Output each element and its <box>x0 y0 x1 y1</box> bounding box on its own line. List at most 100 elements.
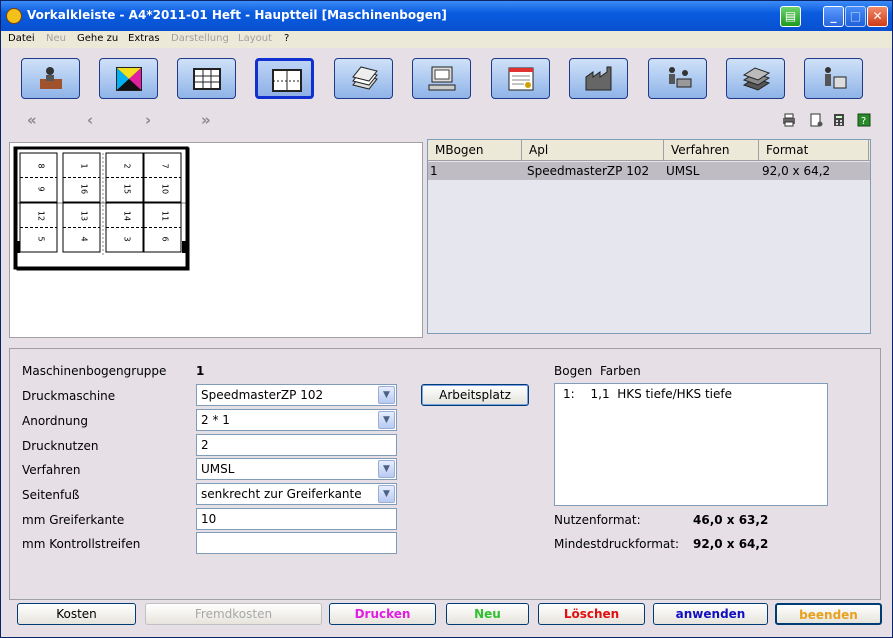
nav-next-button[interactable]: › <box>145 111 151 129</box>
page-number-label: 1 <box>80 163 89 168</box>
window-title: Vorkalkleiste - A4*2011-01 Heft - Hauptt… <box>27 8 447 22</box>
drucken-button[interactable]: Drucken <box>329 603 436 625</box>
page-number-label: 2 <box>123 163 132 168</box>
menu-bar: Datei Neu Gehe zu Extras Darstellung Lay… <box>1 31 892 48</box>
farben-item-text: 1,1 HKS tiefe/HKS tiefe <box>590 387 732 401</box>
title-bar[interactable]: Vorkalkleiste - A4*2011-01 Heft - Hauptt… <box>1 1 892 31</box>
anordnung-label: Anordnung <box>22 414 88 428</box>
page-number-label: 14 <box>123 211 132 221</box>
sheet-layout-icon <box>272 69 302 92</box>
table-row[interactable]: 1 SpeedmasterZP 102 UMSL 92,0 x 64,2 <box>428 162 870 180</box>
seitenfuss-value: senkrecht zur Greiferkante <box>201 487 362 501</box>
column-header-format[interactable]: Format <box>759 140 869 161</box>
menu-help[interactable]: ? <box>284 33 289 44</box>
calculator-icon[interactable] <box>832 113 846 127</box>
farben-list[interactable]: 1: 1,1 HKS tiefe/HKS tiefe <box>554 383 828 506</box>
toolbar-color-button[interactable] <box>99 58 158 99</box>
kosten-button[interactable]: Kosten <box>17 603 136 625</box>
delivery-worker-icon <box>825 67 847 89</box>
books-icon <box>742 67 771 91</box>
anordnung-value: 2 * 1 <box>201 413 230 427</box>
main-window: Vorkalkleiste - A4*2011-01 Heft - Hauptt… <box>0 0 893 638</box>
arbeitsplatz-button[interactable]: Arbeitsplatz <box>421 384 529 406</box>
cell-apl: SpeedmasterZP 102 <box>527 164 650 178</box>
sheet-table: MBogen Apl Verfahren Format 1 Speedmaste… <box>427 139 871 334</box>
toolbar-customer-button[interactable] <box>21 58 80 99</box>
computer-icon <box>428 66 456 91</box>
toolbar-grid-button[interactable] <box>177 58 236 99</box>
page-number-label: 7 <box>161 163 170 168</box>
cell-verfahren: UMSL <box>666 164 700 178</box>
nav-last-button[interactable]: » <box>201 111 211 129</box>
chevron-down-icon[interactable]: ▼ <box>378 485 395 503</box>
bogen-label: Bogen <box>554 364 593 378</box>
grid-icon <box>193 68 221 90</box>
cell-format: 92,0 x 64,2 <box>762 164 831 178</box>
menu-darstellung[interactable]: Darstellung <box>171 33 229 44</box>
toolbar-calculation-button[interactable] <box>491 58 550 99</box>
print-icon[interactable] <box>782 113 796 127</box>
cmyk-icon <box>116 67 142 91</box>
seitenfuss-select[interactable]: senkrecht zur Greiferkante ▼ <box>196 483 397 505</box>
help-icon[interactable]: ? <box>857 113 871 127</box>
toolbar-paper-stack-button[interactable] <box>334 58 393 99</box>
column-header-apl[interactable]: Apl <box>522 140 664 161</box>
toolbar-computer-button[interactable] <box>412 58 471 99</box>
list-item[interactable]: 1: 1,1 HKS tiefe/HKS tiefe <box>563 387 732 401</box>
druckmaschine-select[interactable]: SpeedmasterZP 102 ▼ <box>196 384 397 406</box>
column-header-mbogen[interactable]: MBogen <box>428 140 522 161</box>
minimize-button[interactable]: _ <box>823 6 844 27</box>
beenden-button[interactable]: beenden <box>775 603 882 625</box>
menu-datei[interactable]: Datei <box>8 33 35 44</box>
nav-first-button[interactable]: « <box>27 111 37 129</box>
chevron-down-icon[interactable]: ▼ <box>378 411 395 429</box>
printer-status-icon[interactable]: ▤ <box>780 6 801 27</box>
page-number-label: 12 <box>37 211 46 221</box>
menu-extras[interactable]: Extras <box>128 33 160 44</box>
drucknutzen-input[interactable]: 2 <box>196 434 397 456</box>
document-settings-icon[interactable] <box>809 113 823 127</box>
anwenden-button[interactable]: anwenden <box>653 603 768 625</box>
chevron-down-icon[interactable]: ▼ <box>378 460 395 478</box>
page-number-label: 9 <box>37 186 46 191</box>
menu-layout[interactable]: Layout <box>238 33 272 44</box>
navigation-row: « ‹ › » ? <box>1 109 892 133</box>
greiferkante-input[interactable]: 10 <box>196 508 397 530</box>
page-number-label: 13 <box>80 211 89 221</box>
kontrollstreifen-input[interactable] <box>196 532 397 554</box>
maximize-button[interactable]: □ <box>845 6 866 27</box>
close-button[interactable]: ✕ <box>867 6 888 27</box>
verfahren-select[interactable]: UMSL ▼ <box>196 458 397 480</box>
fremdkosten-button[interactable]: Fremdkosten <box>145 603 322 625</box>
greiferkante-label: mm Greiferkante <box>22 513 125 527</box>
menu-neu[interactable]: Neu <box>46 33 66 44</box>
toolbar-workers-button[interactable] <box>648 58 707 99</box>
column-header-verfahren[interactable]: Verfahren <box>664 140 759 161</box>
kontrollstreifen-label: mm Kontrollstreifen <box>22 537 141 551</box>
nav-prev-button[interactable]: ‹ <box>87 111 93 129</box>
verfahren-value: UMSL <box>201 462 235 476</box>
chevron-down-icon[interactable]: ▼ <box>378 386 395 404</box>
page-number-label: 4 <box>80 236 89 241</box>
mindestdruckformat-label: Mindestdruckformat: <box>554 537 680 551</box>
toolbar-books-button[interactable] <box>726 58 785 99</box>
toolbar-sheet-button[interactable] <box>255 58 314 99</box>
table-header: MBogen Apl Verfahren Format <box>428 140 870 161</box>
toolbar-factory-button[interactable] <box>569 58 628 99</box>
svg-text:?: ? <box>861 116 866 127</box>
workers-icon <box>669 67 692 88</box>
maschinenbogengruppe-value: 1 <box>196 364 205 378</box>
loeschen-button[interactable]: Löschen <box>538 603 645 625</box>
page-number-label: 11 <box>161 211 170 221</box>
page-number-label: 8 <box>37 163 46 168</box>
menu-gehe-zu[interactable]: Gehe zu <box>77 33 118 44</box>
factory-icon <box>585 66 612 91</box>
anordnung-select[interactable]: 2 * 1 ▼ <box>196 409 397 431</box>
druckmaschine-label: Druckmaschine <box>22 389 116 403</box>
page-number-label: 16 <box>80 184 89 194</box>
toolbar <box>1 48 892 108</box>
toolbar-delivery-button[interactable] <box>804 58 863 99</box>
drucknutzen-label: Drucknutzen <box>22 439 99 453</box>
druckmaschine-value: SpeedmasterZP 102 <box>201 388 324 402</box>
neu-button[interactable]: Neu <box>446 603 529 625</box>
